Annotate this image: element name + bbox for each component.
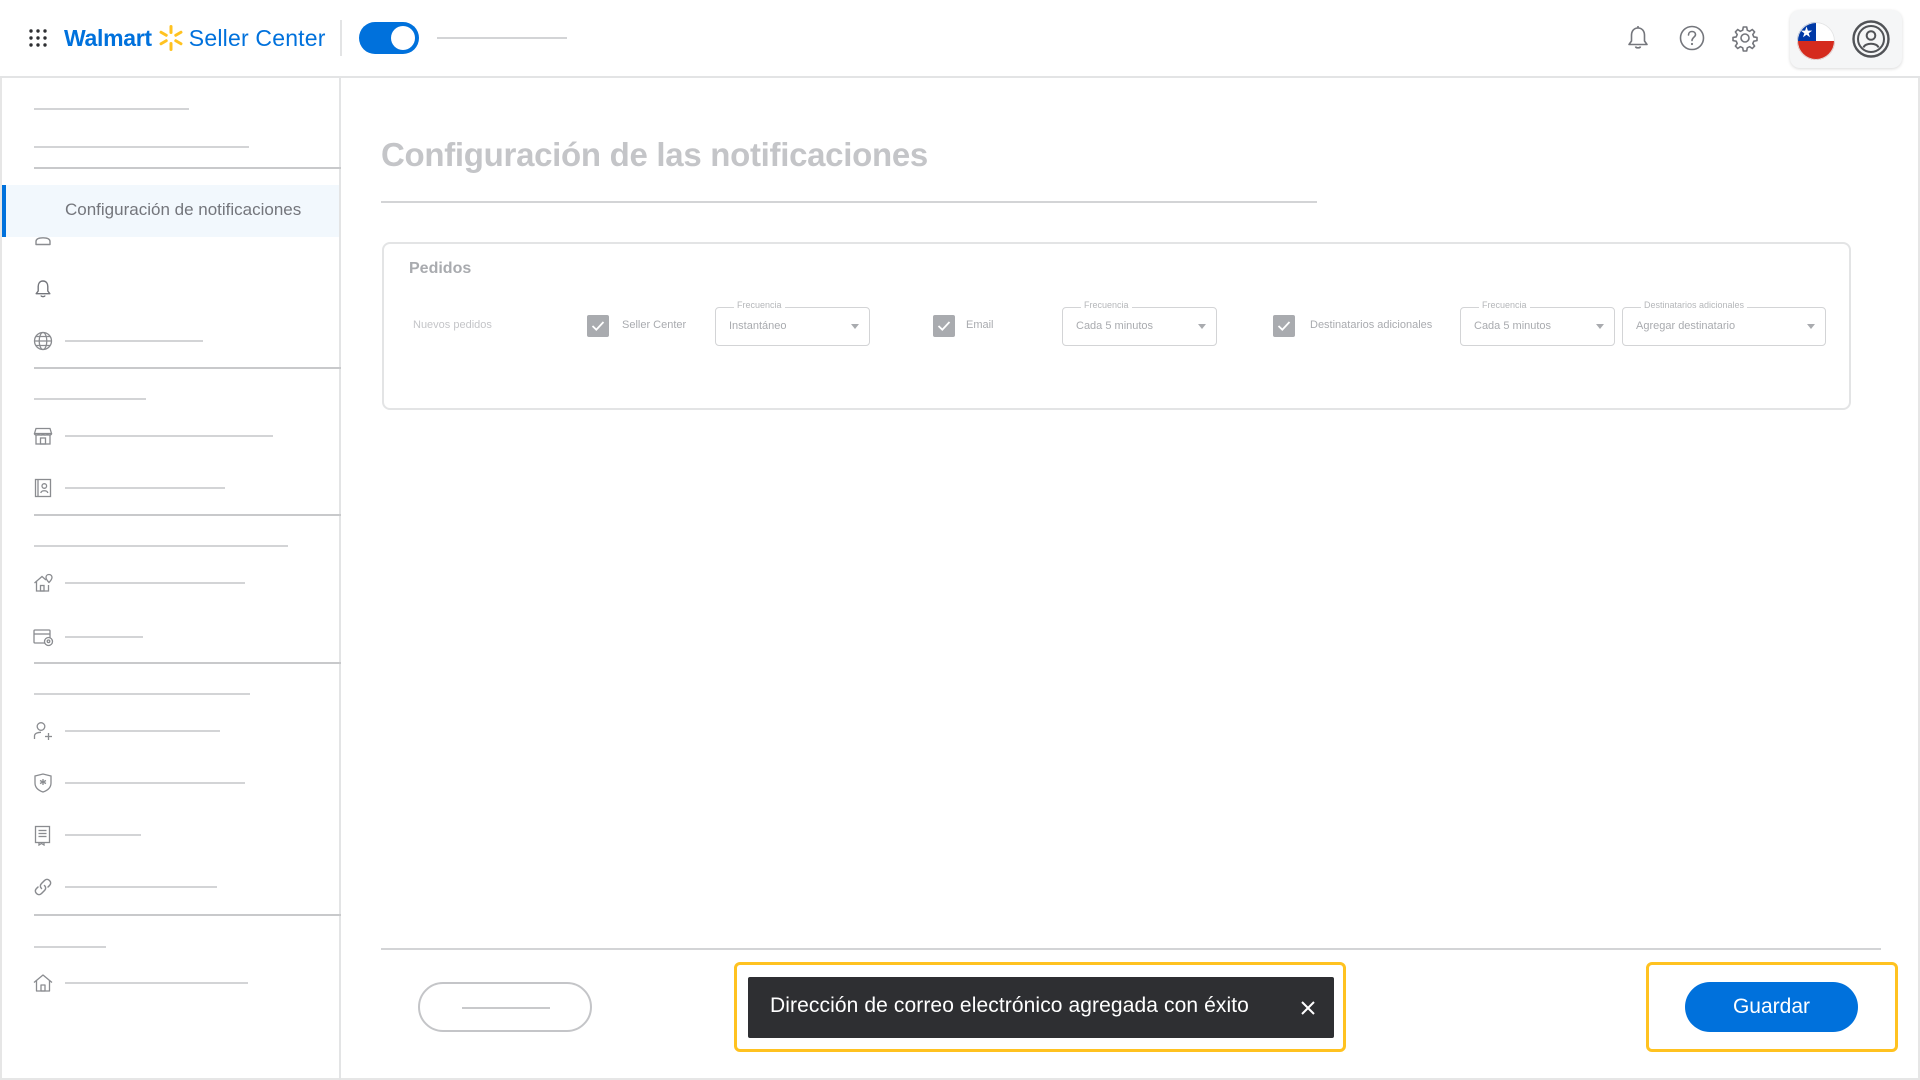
toast-message: Dirección de correo electrónico agregada… [770, 994, 1249, 1017]
walmart-seller-center-logo[interactable]: Walmart Seller Center [64, 22, 326, 54]
caret-down-icon [1807, 324, 1815, 329]
header-divider [340, 20, 342, 56]
close-icon[interactable] [1300, 1000, 1316, 1016]
toggle-knob [391, 26, 415, 50]
check-icon [591, 321, 605, 331]
bell-icon [35, 280, 51, 298]
seller-center-label: Seller Center [622, 319, 687, 331]
additional-frequency-select[interactable]: Frecuencia Cada 5 minutos [1460, 300, 1615, 346]
field-label: Frecuencia [1479, 300, 1530, 310]
save-button[interactable]: Guardar [1685, 982, 1858, 1032]
store-icon [33, 427, 53, 445]
caret-down-icon [1198, 324, 1206, 329]
seller-center-frequency-select[interactable]: Frecuencia Instantáneo [715, 300, 870, 346]
mode-toggle[interactable] [359, 22, 419, 54]
sidebar-item-integrations[interactable] [65, 886, 217, 888]
sidebar-heading-placeholder [34, 108, 189, 110]
apps-grid-icon[interactable] [28, 28, 48, 48]
page-title: Configuración de las notificaciones [381, 136, 928, 173]
sidebar-item-language[interactable] [65, 340, 203, 342]
sidebar-section-placeholder [34, 693, 250, 695]
check-icon [1277, 321, 1291, 331]
user-avatar-icon[interactable] [1851, 19, 1891, 59]
button-label-placeholder [462, 1007, 550, 1009]
sidebar-divider [34, 514, 341, 516]
field-label: Frecuencia [734, 300, 785, 310]
sidebar-item-store[interactable] [65, 435, 273, 437]
badge-icon [34, 478, 52, 498]
email-frequency-select[interactable]: Frecuencia Cada 5 minutos [1062, 300, 1217, 346]
sidebar-divider [34, 367, 341, 369]
check-icon [937, 321, 951, 331]
additional-recipients-select[interactable]: Destinatarios adicionales Agregar destin… [1622, 300, 1826, 346]
caret-down-icon [1596, 324, 1604, 329]
sidebar-item-home[interactable] [65, 982, 248, 984]
field-label: Destinatarios adicionales [1641, 300, 1748, 310]
sidebar-section-placeholder [34, 545, 288, 547]
spark-icon [159, 25, 183, 51]
footer-divider [381, 948, 1881, 950]
add-user-icon [33, 722, 52, 740]
select-value: Cada 5 minutos [1076, 320, 1154, 332]
chile-flag-icon[interactable] [1797, 22, 1835, 60]
top-header: Walmart Seller Center [0, 0, 1920, 78]
email-checkbox[interactable] [933, 315, 955, 337]
row-label: Nuevos pedidos [413, 319, 492, 331]
sidebar-item-label: Configuración de notificaciones [65, 200, 302, 219]
sidebar-section-placeholder [34, 946, 106, 948]
field-label: Frecuencia [1081, 300, 1132, 310]
document-icon [34, 825, 51, 846]
sidebar-divider [34, 167, 341, 169]
sidebar-divider [34, 662, 341, 664]
sidebar-section-placeholder [34, 398, 146, 400]
caret-down-icon [851, 324, 859, 329]
sidebar-item-shipping[interactable] [65, 582, 245, 584]
seller-center-checkbox[interactable] [587, 315, 609, 337]
logo-brand-text: Walmart [64, 24, 152, 51]
cancel-button[interactable] [418, 982, 592, 1032]
additional-recipients-checkbox[interactable] [1273, 315, 1295, 337]
sidebar-divider [34, 914, 341, 916]
sidebar-item-documents[interactable] [65, 834, 141, 836]
help-icon[interactable] [1678, 24, 1706, 52]
sidebar-heading-placeholder [34, 146, 249, 148]
card-location-icon [33, 629, 54, 647]
select-value: Cada 5 minutos [1474, 320, 1552, 332]
sidebar-item-security[interactable] [65, 782, 245, 784]
sidebar-item-payments[interactable] [65, 636, 143, 638]
title-divider [381, 201, 1317, 203]
select-value: Instantáneo [729, 320, 787, 332]
card-title: Pedidos [409, 260, 472, 277]
sidebar-active-indicator [2, 185, 6, 237]
shield-icon [34, 773, 52, 793]
sidebar-item-profile[interactable] [65, 487, 225, 489]
additional-recipients-label: Destinatarios adicionales [1310, 319, 1433, 331]
home-icon [33, 974, 53, 992]
header-text-placeholder [437, 37, 567, 39]
success-toast: Dirección de correo electrónico agregada… [748, 977, 1334, 1038]
sidebar-item-users[interactable] [65, 730, 220, 732]
gear-icon[interactable] [1731, 24, 1759, 52]
home-location-icon [34, 573, 53, 592]
logo-product-text: Seller Center [188, 24, 326, 51]
globe-icon [33, 331, 53, 351]
email-label: Email [966, 319, 994, 331]
bell-icon[interactable] [1624, 24, 1652, 52]
select-value: Agregar destinatario [1636, 320, 1736, 332]
link-icon [34, 878, 52, 896]
